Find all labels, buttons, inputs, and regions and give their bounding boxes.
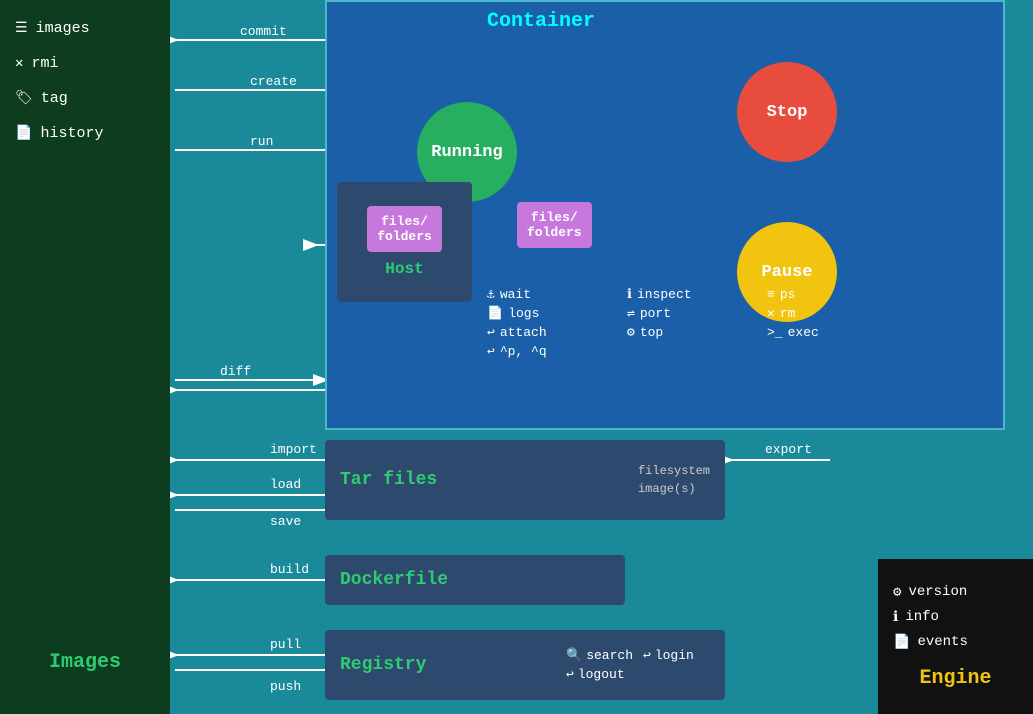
svg-text:push: push [270,679,301,694]
svg-text:create: create [250,74,297,89]
tar-filesystem-label: filesystem [638,464,710,478]
registry-commands: 🔍 search ↩ login ↩ logout [566,648,710,682]
container-title: Container [487,10,595,33]
cmd-inspect: ℹ inspect [627,287,767,302]
tar-files-label: Tar files [340,470,437,490]
svg-text:run: run [250,134,273,149]
tar-sub-labels: filesystem image(s) [638,464,710,496]
cmd-ps: ≡ ps [767,287,887,302]
registry-box: Registry 🔍 search ↩ login ↩ logout [325,630,725,700]
exec-icon: >_ [767,325,783,340]
cmd-attach: ↩ attach [487,325,627,340]
cmd-top: ⚙ top [627,325,767,340]
list-icon: ☰ [15,20,28,37]
registry-login: ↩ login [643,648,710,663]
cmd-rm: ✕ rm [767,306,887,321]
registry-logout: ↩ logout [566,667,633,682]
doc-icon-engine: 📄 [893,634,910,651]
x-icon-rm: ✕ [767,306,775,321]
svg-text:pull: pull [270,637,301,652]
registry-search: 🔍 search [566,648,633,663]
attach-icon: ↩ [487,325,495,340]
svg-text:save: save [270,514,301,529]
cmd-port: ⇌ port [627,306,767,321]
host-files-box: files/folders [367,206,442,252]
host-label: Host [385,260,423,278]
main-area: commit create run start kill, stop pause… [170,0,1033,714]
sidebar-item-history[interactable]: 📄 history [15,125,103,142]
engine-title: Engine [919,667,991,690]
login-icon: ↩ [643,648,651,663]
tar-images-label: image(s) [638,482,710,496]
cmd-logs: 📄 logs [487,306,627,321]
list-icon-ps: ≡ [767,287,775,302]
registry-label: Registry [340,655,426,675]
dockerfile-label: Dockerfile [340,570,448,590]
dockerfile-box: Dockerfile [325,555,625,605]
doc-icon-logs: 📄 [487,306,503,321]
svg-text:commit: commit [240,24,287,39]
info-icon: ℹ [627,287,632,302]
gear-icon-top: ⚙ [627,325,635,340]
tag-icon: 🏷 [15,90,33,107]
svg-text:import: import [270,442,317,457]
port-icon: ⇌ [627,306,635,321]
doc-icon: 📄 [15,125,32,142]
detach-icon: ↩ [487,344,495,359]
close-icon: ✕ [15,55,23,72]
cmd-detach: ↩ ^p, ^q [487,344,627,359]
gear-icon-engine: ⚙ [893,584,901,601]
search-icon: 🔍 [566,648,582,663]
svg-text:load: load [270,477,301,492]
cmd-exec: >_ exec [767,325,887,340]
svg-text:export: export [765,442,812,457]
host-box: files/folders Host [337,182,472,302]
engine-box: ⚙ version ℹ info 📄 events Engine [878,559,1033,714]
files-container-box: files/folders [517,202,592,248]
container-box: Container Running Stop Pause files/folde… [325,0,1005,430]
anchor-icon: ⚓ [487,287,495,302]
sidebar-section-label: Images [49,651,121,674]
info-icon-engine: ℹ [893,609,898,626]
sidebar-item-rmi[interactable]: ✕ rmi [15,55,58,72]
stop-state: Stop [737,62,837,162]
tar-files-box: Tar files filesystem image(s) [325,440,725,520]
cmd-wait: ⚓ wait [487,287,627,302]
svg-text:diff: diff [220,364,251,379]
logout-icon: ↩ [566,667,574,682]
engine-info: ℹ info [893,609,939,626]
svg-text:build: build [270,562,309,577]
sidebar-item-images[interactable]: ☰ images [15,20,90,37]
engine-version: ⚙ version [893,584,967,601]
sidebar-item-tag[interactable]: 🏷 tag [15,90,68,107]
sidebar: ☰ images ✕ rmi 🏷 tag 📄 history Images [0,0,170,714]
engine-events: 📄 events [893,634,968,651]
commands-list: ⚓ wait ℹ inspect ≡ ps 📄 logs ⇌ port ✕ rm [487,287,887,359]
